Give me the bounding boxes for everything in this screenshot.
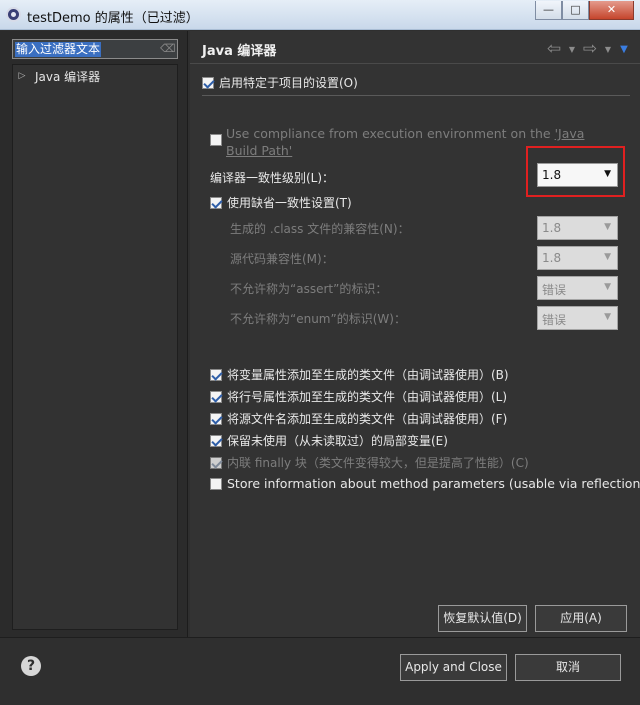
- variable-attributes-label: 将变量属性添加至生成的类文件（由调试器使用）(B): [227, 368, 509, 382]
- variable-attributes-checkbox[interactable]: [210, 368, 222, 381]
- class-compat-select: 1.8 ▼: [537, 216, 618, 240]
- chevron-down-icon: ▼: [604, 252, 611, 262]
- method-parameters-label: Store information about method parameter…: [227, 476, 640, 491]
- maximize-button[interactable]: □: [562, 1, 589, 20]
- class-compat-label: 生成的 .class 文件的兼容性(N)：: [230, 222, 410, 236]
- apply-button[interactable]: 应用(A): [535, 605, 627, 632]
- source-file-name-label: 将源文件名添加至生成的类文件（由调试器使用）(F): [227, 412, 508, 426]
- assert-identifier-select: 错误 ▼: [537, 276, 618, 300]
- compliance-level-label: 编译器一致性级别(L)：: [210, 171, 335, 185]
- main-content: Java 编译器 ⇦ ▼ ⇨ ▼ ▼ 启用特定于项目的设置(O) Use com…: [190, 31, 640, 637]
- preserve-unused-label: 保留未使用（从未读取过）的局部变量(E): [227, 434, 448, 448]
- footer-divider: [0, 637, 640, 638]
- forward-dropdown-icon[interactable]: ▼: [602, 45, 614, 54]
- line-number-label: 将行号属性添加至生成的类文件（由调试器使用）(L): [227, 390, 508, 404]
- source-compat-select: 1.8 ▼: [537, 246, 618, 270]
- restore-defaults-button[interactable]: 恢复默认值(D): [438, 605, 527, 632]
- cancel-button[interactable]: 取消: [515, 654, 621, 681]
- enum-identifier-value: 错误: [542, 313, 567, 327]
- window-title: testDemo 的属性（已过滤）: [27, 11, 199, 26]
- expand-arrow-icon[interactable]: ▷: [15, 71, 29, 81]
- inline-finally-checkbox: [210, 456, 222, 469]
- assert-identifier-label: 不允许称为“assert”的标识：: [230, 282, 388, 296]
- back-arrow-icon[interactable]: ⇦: [544, 39, 564, 59]
- window-controls: — □ ✕: [535, 1, 634, 20]
- use-compliance-checkbox: [210, 134, 222, 146]
- preference-tree: ▷ Java 编译器: [12, 64, 178, 630]
- view-menu-icon[interactable]: ▼: [616, 44, 632, 55]
- option-inline-finally: 内联 finally 块（类文件变得较大，但是提高了性能）(C): [210, 454, 529, 471]
- close-button[interactable]: ✕: [589, 1, 634, 20]
- sidebar: 输入过滤器文本 ⌫ ▷ Java 编译器: [0, 31, 188, 637]
- filter-input-text[interactable]: 输入过滤器文本: [15, 42, 102, 57]
- inline-finally-label: 内联 finally 块（类文件变得较大，但是提高了性能）(C): [227, 456, 529, 470]
- title-bar: testDemo 的属性（已过滤） — □ ✕: [0, 0, 640, 30]
- minimize-button[interactable]: —: [535, 1, 562, 20]
- use-compliance-text: Use compliance from execution environmen…: [226, 126, 555, 141]
- enable-project-settings-checkbox[interactable]: [202, 76, 214, 89]
- chevron-down-icon: ▼: [604, 312, 611, 322]
- class-compat-value: 1.8: [542, 221, 562, 235]
- option-method-parameters[interactable]: Store information about method parameter…: [210, 476, 640, 491]
- page-header: Java 编译器 ⇦ ▼ ⇨ ▼ ▼: [190, 31, 640, 64]
- option-preserve-unused-locals[interactable]: 保留未使用（从未读取过）的局部变量(E): [210, 432, 448, 449]
- page-title: Java 编译器: [202, 44, 277, 59]
- filter-input[interactable]: 输入过滤器文本 ⌫: [12, 39, 178, 59]
- chevron-down-icon: ▼: [604, 222, 611, 232]
- preserve-unused-checkbox[interactable]: [210, 434, 222, 447]
- forward-arrow-icon[interactable]: ⇨: [580, 39, 600, 59]
- divider: [202, 95, 630, 96]
- source-compat-label: 源代码兼容性(M)：: [230, 252, 334, 266]
- back-dropdown-icon[interactable]: ▼: [566, 45, 578, 54]
- tree-item-label[interactable]: Java 编译器: [35, 68, 100, 85]
- option-source-file-name[interactable]: 将源文件名添加至生成的类文件（由调试器使用）(F): [210, 410, 507, 427]
- tree-item-java-compiler[interactable]: ▷ Java 编译器: [15, 67, 101, 85]
- use-default-compliance-label: 使用缺省一致性设置(T): [227, 196, 352, 210]
- chevron-down-icon: ▼: [604, 169, 611, 179]
- eclipse-icon: [6, 7, 21, 22]
- enum-identifier-label: 不允许称为“enum”的标识(W)：: [230, 312, 406, 326]
- chevron-down-icon: ▼: [604, 282, 611, 292]
- line-number-checkbox[interactable]: [210, 390, 222, 403]
- compliance-level-select[interactable]: 1.8 ▼: [537, 163, 618, 187]
- method-parameters-checkbox[interactable]: [210, 477, 222, 490]
- enum-identifier-select: 错误 ▼: [537, 306, 618, 330]
- use-default-compliance[interactable]: 使用缺省一致性设置(T): [210, 194, 352, 211]
- source-file-name-checkbox[interactable]: [210, 412, 222, 425]
- help-icon[interactable]: ?: [21, 656, 41, 676]
- enable-project-settings[interactable]: 启用特定于项目的设置(O): [202, 74, 358, 91]
- option-line-number-attributes[interactable]: 将行号属性添加至生成的类文件（由调试器使用）(L): [210, 388, 507, 405]
- compliance-level-value: 1.8: [542, 168, 562, 182]
- option-variable-attributes[interactable]: 将变量属性添加至生成的类文件（由调试器使用）(B): [210, 366, 509, 383]
- clear-filter-icon[interactable]: ⌫: [160, 43, 176, 55]
- apply-and-close-button[interactable]: Apply and Close: [400, 654, 507, 681]
- enable-project-settings-label: 启用特定于项目的设置(O): [219, 76, 358, 90]
- source-compat-value: 1.8: [542, 251, 562, 265]
- assert-identifier-value: 错误: [542, 283, 567, 297]
- use-default-compliance-checkbox[interactable]: [210, 196, 222, 209]
- navigation-toolbar: ⇦ ▼ ⇨ ▼ ▼: [544, 39, 632, 59]
